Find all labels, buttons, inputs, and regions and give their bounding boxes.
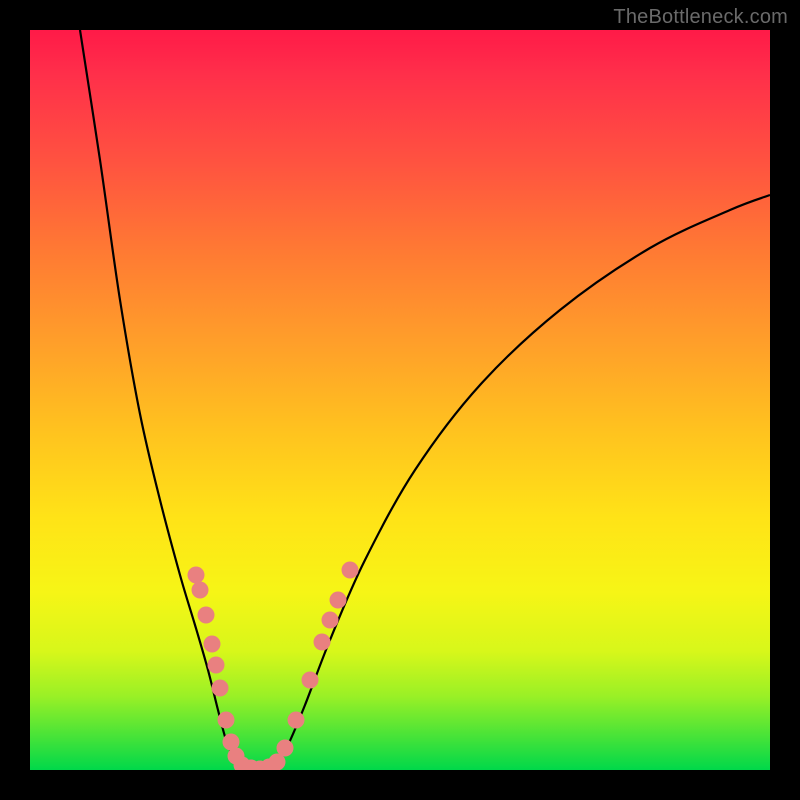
curve-dot	[204, 636, 221, 653]
curve-dot	[218, 712, 235, 729]
curve-dot	[342, 562, 359, 579]
curve-dot	[212, 680, 229, 697]
chart-frame: TheBottleneck.com	[0, 0, 800, 800]
curve-dot	[330, 592, 347, 609]
bottleneck-curve	[80, 30, 770, 769]
curve-dots-group	[188, 562, 359, 771]
curve-dot	[198, 607, 215, 624]
watermark-text: TheBottleneck.com	[613, 6, 788, 29]
curve-dot	[192, 582, 209, 599]
curve-dot	[277, 740, 294, 757]
curve-dot	[322, 612, 339, 629]
curve-svg	[30, 30, 770, 770]
curve-dot	[288, 712, 305, 729]
curve-dot	[188, 567, 205, 584]
curve-dot	[302, 672, 319, 689]
curve-dot	[208, 657, 225, 674]
curve-dot	[314, 634, 331, 651]
plot-area	[30, 30, 770, 770]
